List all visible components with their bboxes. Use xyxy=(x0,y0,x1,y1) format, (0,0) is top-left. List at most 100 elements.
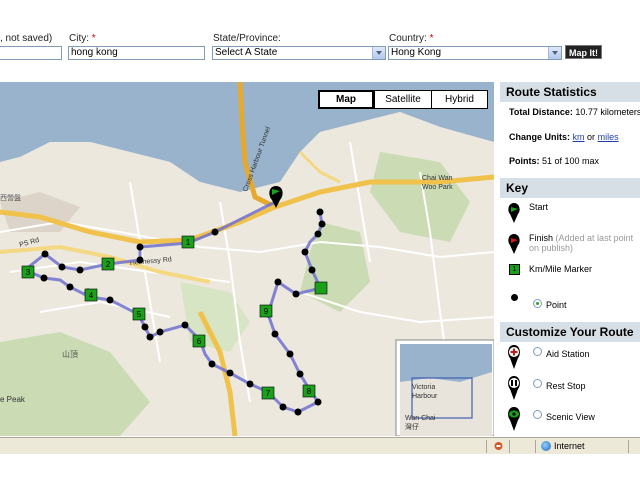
svg-text:6: 6 xyxy=(197,337,202,346)
aid-station-radio[interactable] xyxy=(533,347,542,356)
browser-status-bar: Internet xyxy=(0,437,640,454)
scenic-view-radio[interactable] xyxy=(533,410,542,419)
route-map[interactable]: Cross Harbour Tunnel PS Rd Hennessy Rd C… xyxy=(0,82,494,436)
status-divider xyxy=(486,440,487,453)
route-point[interactable] xyxy=(106,296,114,304)
chevron-down-icon xyxy=(548,47,561,59)
key-heading: Key xyxy=(500,178,640,198)
map-type-map-button[interactable]: Map xyxy=(318,90,374,109)
state-select[interactable]: Select A State xyxy=(212,46,386,60)
rest-stop-radio[interactable] xyxy=(533,379,542,388)
status-divider xyxy=(628,440,629,453)
scenic-view-icon xyxy=(508,407,520,431)
route-point[interactable] xyxy=(66,283,74,291)
status-divider xyxy=(509,440,510,453)
map-canvas[interactable]: Cross Harbour Tunnel PS Rd Hennessy Rd C… xyxy=(0,82,494,436)
route-point[interactable] xyxy=(286,350,294,358)
km-marker-icon: 1 xyxy=(509,264,520,275)
map-it-button[interactable]: Map It! xyxy=(565,45,602,59)
route-point[interactable] xyxy=(146,333,154,341)
svg-text:2: 2 xyxy=(106,260,111,269)
finish-pin-icon xyxy=(508,234,520,254)
overview-label: 灣仔 xyxy=(405,422,419,431)
svg-text:4: 4 xyxy=(89,291,94,300)
key-finish-label: Finish (Added at last point on publish) xyxy=(529,233,634,253)
privacy-icon[interactable] xyxy=(494,441,503,451)
overview-label: Victoria xyxy=(412,384,435,391)
km-marker-3[interactable]: 3 xyxy=(21,265,35,279)
route-point[interactable] xyxy=(314,398,322,406)
route-point[interactable] xyxy=(41,250,49,258)
route-point[interactable] xyxy=(211,228,219,236)
route-point[interactable] xyxy=(181,321,189,329)
map-type-hybrid-button[interactable]: Hybrid xyxy=(431,90,488,109)
route-point[interactable] xyxy=(316,208,324,216)
map-type-satellite-button[interactable]: Satellite xyxy=(374,90,432,109)
route-title-fragment: , not saved) xyxy=(0,33,53,44)
city-input[interactable]: hong kong xyxy=(68,46,205,60)
svg-text:1: 1 xyxy=(186,238,191,247)
district-label-cn: 西營盤 xyxy=(0,193,21,202)
route-point[interactable] xyxy=(294,408,302,416)
route-point[interactable] xyxy=(40,274,48,282)
points-count: Points: 51 of 100 max xyxy=(509,156,600,166)
aid-station-icon xyxy=(508,345,520,369)
route-point[interactable] xyxy=(292,290,300,298)
security-zone-label: Internet xyxy=(554,441,585,451)
km-marker-9[interactable]: 9 xyxy=(259,304,273,318)
km-marker-4[interactable]: 4 xyxy=(84,288,98,302)
route-point[interactable] xyxy=(226,369,234,377)
route-point[interactable] xyxy=(58,263,66,271)
city-label: City: * xyxy=(69,33,96,44)
peak-label: e Peak xyxy=(0,395,26,404)
country-select[interactable]: Hong Kong xyxy=(388,46,562,60)
route-stats-heading: Route Statistics xyxy=(500,82,640,102)
park-label: Chai Wan xyxy=(422,175,453,182)
start-pin-icon xyxy=(508,203,520,223)
overview-label: Wan Chai xyxy=(405,415,436,422)
route-point[interactable] xyxy=(318,220,326,228)
state-label: State/Province: xyxy=(213,33,281,44)
peak-label-cn: 山頂 xyxy=(62,349,78,359)
route-point[interactable] xyxy=(274,278,282,286)
page-bottom-space xyxy=(0,455,640,480)
customize-heading: Customize Your Route xyxy=(500,322,640,342)
route-point[interactable] xyxy=(279,403,287,411)
route-name-input[interactable] xyxy=(0,46,62,60)
unit-miles-link[interactable]: miles xyxy=(598,132,619,142)
key-marker-label: Km/Mile Marker xyxy=(529,264,593,274)
rest-stop-label: Rest Stop xyxy=(546,381,586,391)
route-point[interactable] xyxy=(296,370,304,378)
route-point[interactable] xyxy=(156,328,164,336)
route-point[interactable] xyxy=(76,266,84,274)
unit-km-link[interactable]: km xyxy=(573,132,585,142)
country-label: Country: * xyxy=(389,33,434,44)
km-marker-2[interactable]: 2 xyxy=(101,257,115,271)
route-point[interactable] xyxy=(308,266,316,274)
svg-text:8: 8 xyxy=(307,387,312,396)
route-point[interactable] xyxy=(314,230,322,238)
km-marker-6[interactable]: 6 xyxy=(192,334,206,348)
country-select-value: Hong Kong xyxy=(391,47,442,58)
route-location-form: , not saved) City: * hong kong State/Pro… xyxy=(0,0,640,80)
status-divider xyxy=(535,440,536,453)
point-radio[interactable] xyxy=(533,299,542,308)
km-marker-1[interactable]: 1 xyxy=(181,235,195,249)
route-point[interactable] xyxy=(208,360,216,368)
change-units: Change Units: km or miles xyxy=(509,132,619,142)
internet-zone-icon xyxy=(541,441,551,451)
km-marker-8[interactable]: 8 xyxy=(302,384,316,398)
km-marker-5[interactable]: 5 xyxy=(132,307,146,321)
park-label: Woo Park xyxy=(422,184,453,191)
svg-text:5: 5 xyxy=(137,310,142,319)
route-point[interactable] xyxy=(136,256,144,264)
km-marker-extra[interactable] xyxy=(314,281,328,295)
route-point[interactable] xyxy=(141,323,149,331)
route-point[interactable] xyxy=(246,380,254,388)
route-point[interactable] xyxy=(301,248,309,256)
overview-map[interactable]: Victoria Harbour Wan Chai 灣仔 xyxy=(395,339,494,436)
route-point[interactable] xyxy=(136,243,144,251)
rest-stop-icon xyxy=(508,376,520,400)
km-marker-7[interactable]: 7 xyxy=(261,386,275,400)
route-point[interactable] xyxy=(271,330,279,338)
